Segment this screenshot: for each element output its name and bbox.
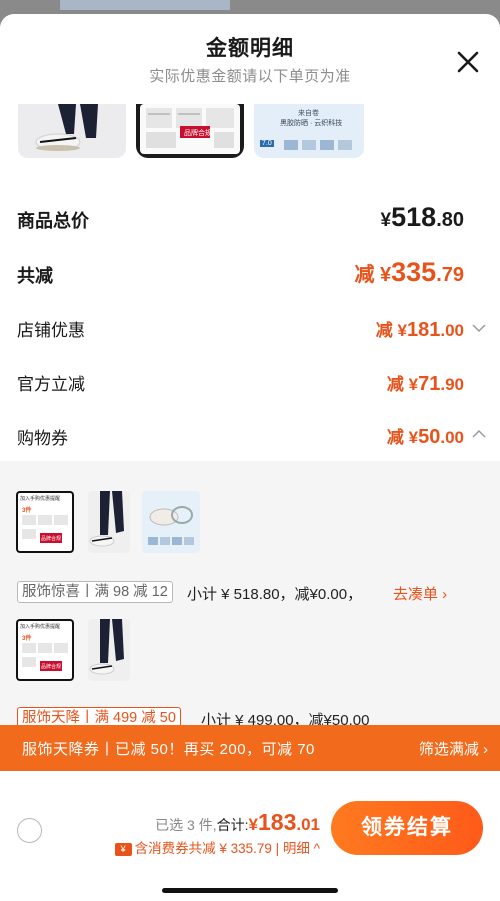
cap-image (284, 140, 352, 150)
coupon-group-1-subtotal: 小计 ¥ 518.80，减¥0.00， (187, 586, 363, 603)
group-thumb-trousers[interactable] (88, 491, 130, 553)
discount-summary[interactable]: ¥ 含消费券共减 ¥ 335.79 | 明细 ^ (114, 837, 320, 857)
group-thumb-flyer[interactable]: 加入手购优惠提醒 3件 品牌合规 (16, 491, 74, 553)
background-strip (60, 0, 230, 10)
product-thumb-trousers[interactable] (18, 104, 126, 158)
total-decimal: .01 (296, 815, 320, 834)
sheet-title: 金额明细 (206, 37, 294, 60)
shop-discount-decimal: .00 (440, 321, 464, 340)
add-more-link[interactable]: 去凑单 › (393, 583, 447, 604)
flyer-face: 加入手购优惠提醒 3件 品牌合规 (18, 621, 72, 679)
coupon-tag-1: 服饰惊喜丨满 98 减 12 (17, 581, 173, 603)
select-all-radio[interactable] (17, 818, 42, 843)
coupon-group-2-thumbs: 加入手购优惠提醒 3件 品牌合规 (16, 619, 146, 681)
total-price-label: 商品总价 (17, 211, 89, 231)
discount-summary-text: 含消费券共减 ¥ 335.79 | 明细 ^ (134, 841, 320, 856)
total-discount-label: 共减 (17, 266, 53, 286)
total-symbol: ¥ (248, 815, 258, 834)
product-thumb-flyer[interactable]: 品牌合规 (136, 104, 244, 158)
total-price-decimal: .80 (436, 209, 464, 231)
total-label: 合计: (216, 817, 249, 833)
flyer-face: 加入手购优惠提醒 3件 品牌合规 (18, 493, 72, 551)
coupon-label[interactable]: 购物券 (17, 424, 68, 449)
flyer-stamp: 品牌合规 (41, 536, 62, 542)
flyer-graphic (22, 643, 68, 671)
total-integer: 183 (257, 809, 297, 835)
shop-discount-value[interactable]: 减 ¥181.00 (376, 316, 464, 342)
group-thumb-cap[interactable] (142, 491, 200, 553)
shop-discount-integer: 181 (406, 319, 441, 341)
coupon-prefix: 减 ¥ (386, 428, 419, 447)
banner-text: 服饰天降券丨已减 50！再买 200，可减 70 (22, 741, 315, 758)
coupon-detail-panel: 加入手购优惠提醒 3件 品牌合规 服饰惊喜丨满 98 减 12 小计 ¥ 518… (0, 461, 500, 729)
sheet-header: 金额明细 实际优惠金额请以下单页为准 (0, 14, 500, 94)
flyer-graphic (22, 515, 68, 543)
coupon-ticket-icon: ¥ (114, 842, 132, 856)
total-price-value: ¥518.80 (381, 202, 464, 233)
total-discount-value: 减 ¥335.79 (354, 257, 464, 288)
product-thumbnails: 品牌合规 来自卷 黑胶防晒 · 云织科技 7.0 (18, 104, 498, 160)
checkout-footer: 已选 3 件,合计:¥183.01 ¥ 含消费券共减 ¥ 335.79 | 明细 … (0, 771, 500, 901)
trousers-image (88, 491, 130, 553)
group-thumb-flyer[interactable]: 加入手购优惠提醒 3件 品牌合规 (16, 619, 74, 681)
total-price-integer: 518 (391, 202, 437, 232)
cap-image (142, 491, 200, 553)
selection-summary: 已选 3 件,合计:¥183.01 (155, 809, 320, 836)
close-icon[interactable] (454, 48, 482, 76)
official-discount-prefix: 减 ¥ (386, 375, 419, 394)
coupon-decimal: .00 (440, 428, 464, 447)
coupon-ticket-symbol: ¥ (120, 843, 126, 854)
claim-and-checkout-button[interactable]: 领券结算 (331, 801, 483, 855)
sheet-subtitle: 实际优惠金额请以下单页为准 (149, 68, 351, 85)
filter-discount-link[interactable]: 筛选满减 › (419, 738, 488, 759)
coupon-integer: 50 (418, 426, 441, 448)
total-discount-prefix: 减 ¥ (354, 264, 392, 286)
official-discount-value: 减 ¥71.90 (387, 370, 464, 396)
chevron-down-icon[interactable] (472, 323, 486, 333)
official-discount-label: 官方立减 (17, 375, 85, 394)
shop-discount-label[interactable]: 店铺优惠 (17, 316, 85, 341)
coupon-progress-banner: 服饰天降券丨已减 50！再买 200，可减 70 筛选满减 › (0, 725, 500, 771)
shop-discount-prefix: 减 ¥ (375, 321, 407, 340)
chevron-up-icon[interactable] (472, 429, 486, 439)
product-thumb-cap[interactable]: 来自卷 黑胶防晒 · 云织科技 7.0 (254, 104, 364, 158)
coupon-group-1-thumbs: 加入手购优惠提醒 3件 品牌合规 (16, 491, 216, 553)
trousers-image (18, 104, 126, 158)
official-discount-decimal: .90 (440, 375, 464, 394)
group-thumb-trousers[interactable] (88, 619, 130, 681)
flyer-stamp: 品牌合规 (41, 664, 62, 670)
official-discount-integer: 71 (418, 373, 441, 395)
selected-count: 已选 3 件, (155, 817, 217, 833)
home-indicator (162, 888, 338, 893)
trousers-image (88, 619, 130, 681)
coupon-value[interactable]: 减 ¥50.00 (387, 423, 464, 449)
flyer-stamp-text: 品牌合规 (184, 130, 212, 137)
total-price-symbol: ¥ (380, 210, 392, 231)
amount-detail-sheet: 金额明细 实际优惠金额请以下单页为准 品牌合规 来自卷 黑胶防晒 · 云织科技 … (0, 14, 500, 901)
total-discount-integer: 335 (391, 257, 437, 287)
total-discount-decimal: .79 (436, 264, 464, 286)
